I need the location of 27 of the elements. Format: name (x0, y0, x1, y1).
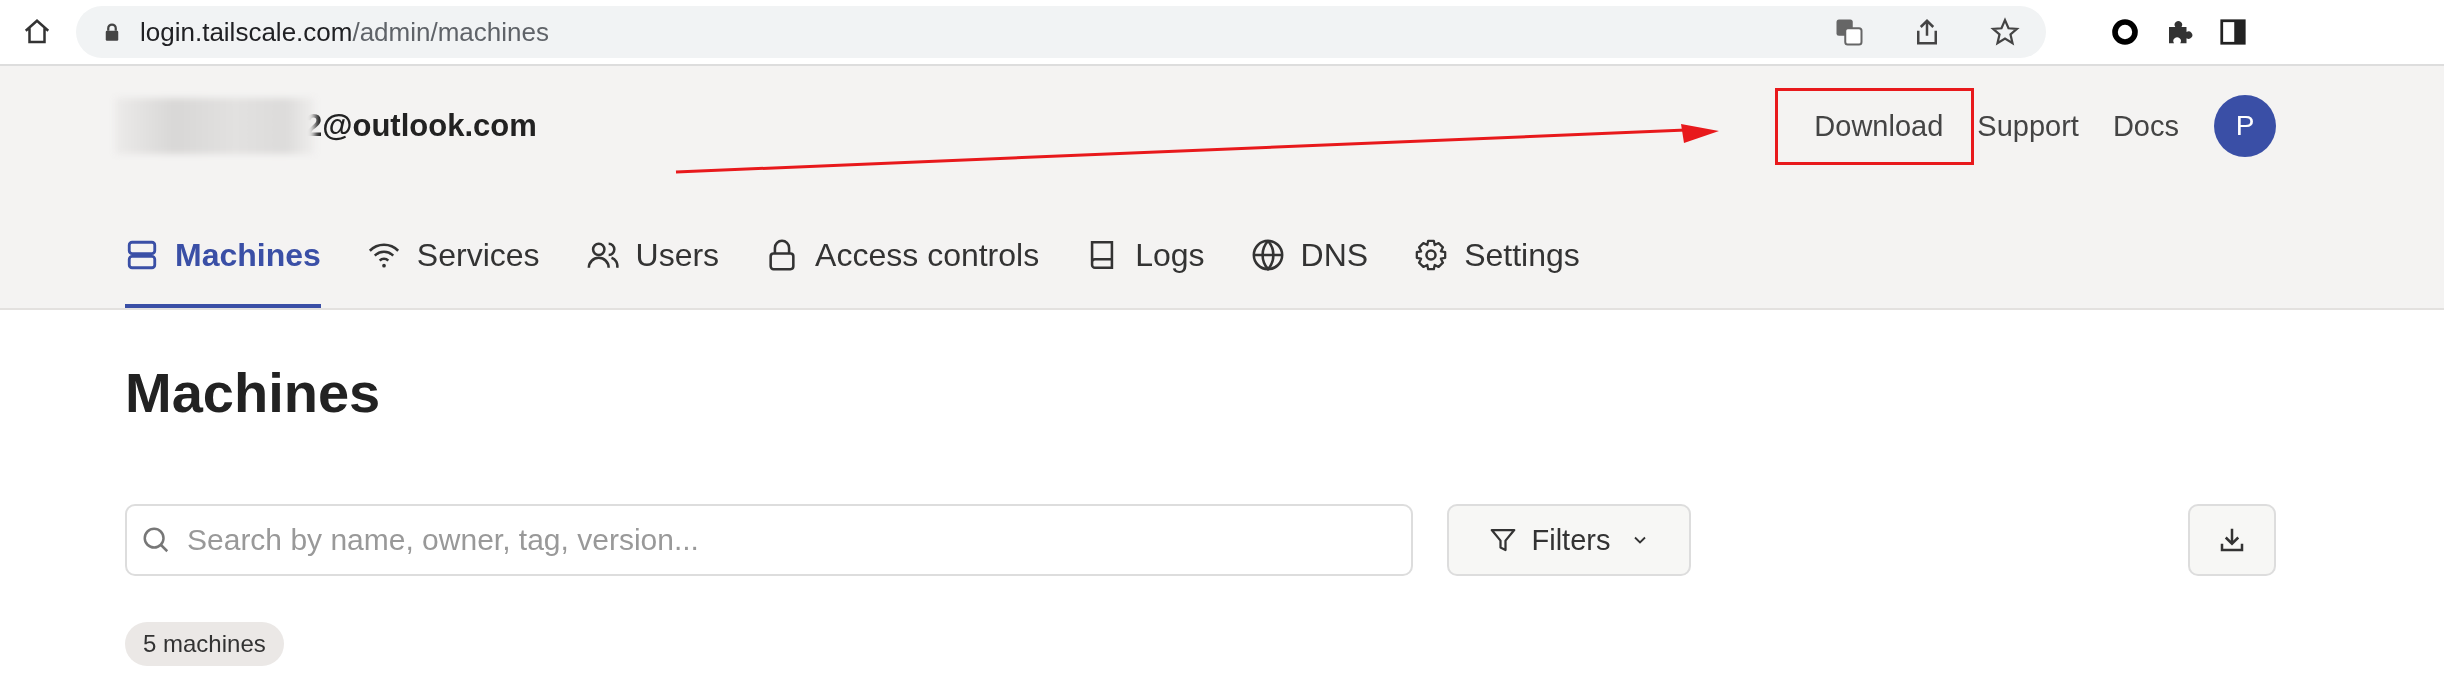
sidebar-icon[interactable] (2218, 17, 2248, 47)
nav-link[interactable]: Support (1974, 106, 2096, 146)
server-icon (125, 238, 159, 272)
nav-tab[interactable]: Logs (1085, 186, 1205, 308)
nav-tab[interactable]: Settings (1414, 186, 1580, 308)
export-button[interactable] (2188, 504, 2276, 576)
nav-link[interactable]: Docs (2095, 106, 2196, 146)
account-email: 2@outlook.com (305, 108, 537, 144)
filters-button[interactable]: Filters (1447, 504, 1691, 576)
settings-icon (1414, 238, 1449, 272)
url-text: login.tailscale.com/admin/machines (140, 16, 549, 48)
search-icon (141, 525, 171, 555)
globe-icon (1250, 238, 1285, 272)
page-title: Machines (125, 360, 382, 426)
nav-tab[interactable]: Machines (125, 186, 321, 308)
avatar[interactable]: P (2214, 95, 2276, 157)
ring-icon[interactable] (2110, 17, 2140, 47)
search-field[interactable]: Search by name, owner, tag, version... (125, 504, 1413, 576)
translate-icon[interactable] (1834, 17, 1864, 47)
nav-tab[interactable]: Access controls (765, 186, 1040, 308)
nav-tab[interactable]: Users (585, 186, 720, 308)
nav-link[interactable]: Download (1775, 87, 1975, 165)
nav-tab[interactable]: Services (366, 186, 540, 308)
star-icon[interactable] (1990, 17, 2020, 47)
nav-tab[interactable]: DNS (1250, 186, 1369, 308)
machine-count: 5 machines (125, 622, 284, 666)
address-bar[interactable]: login.tailscale.com/admin/machines (76, 6, 2046, 58)
